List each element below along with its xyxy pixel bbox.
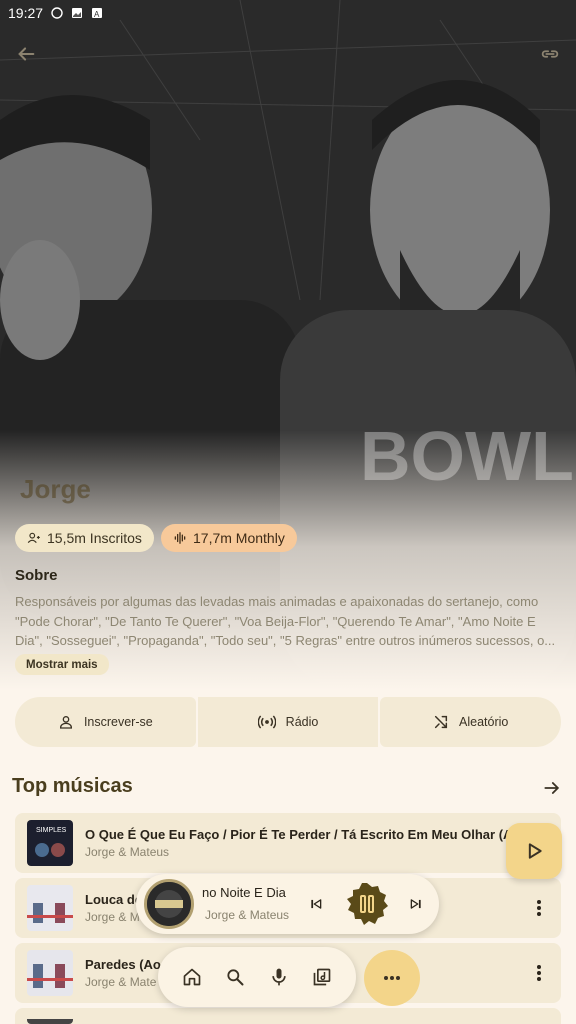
- play-all-button[interactable]: [506, 823, 562, 879]
- gallery-icon: [71, 7, 83, 19]
- notification-icon: A: [91, 7, 103, 19]
- status-bar: 19:27 A: [0, 0, 576, 26]
- pause-button[interactable]: [344, 881, 390, 927]
- monthly-listeners-chip: 17,7m Monthly: [161, 524, 297, 552]
- library-music-icon: [313, 968, 331, 986]
- now-playing-artist: Jorge & Mateus: [205, 908, 290, 922]
- pause-icon: [347, 883, 388, 925]
- svg-text:A: A: [94, 10, 100, 19]
- radio-label: Rádio: [285, 715, 319, 729]
- now-playing-title: no Noite E Dia: [202, 885, 286, 900]
- whatsapp-icon: [51, 7, 63, 19]
- shuffle-icon: [434, 715, 448, 729]
- skip-previous-icon: [311, 899, 322, 909]
- status-time: 19:27: [8, 5, 44, 21]
- subscribe-button[interactable]: Inscrever-se: [15, 697, 196, 747]
- person-icon: [59, 716, 72, 729]
- arrow-back-icon: [18, 47, 35, 61]
- skip-next-icon: [410, 899, 421, 909]
- track-title: O Que É Que Eu Faço / Pior É Te Perder /…: [85, 827, 515, 842]
- more-options-button[interactable]: [364, 950, 420, 1006]
- play-icon: [528, 843, 542, 859]
- nav-search[interactable]: [220, 962, 250, 992]
- back-button[interactable]: [12, 40, 40, 68]
- artist-name: Jorge: [20, 474, 91, 504]
- subscribers-label: 15,5m Inscritos: [47, 530, 142, 546]
- show-more-button[interactable]: Mostrar mais: [15, 654, 109, 675]
- track-menu-button[interactable]: [529, 961, 549, 985]
- track-row[interactable]: [15, 1008, 561, 1024]
- track-artist: Jorge & Mate: [85, 975, 157, 989]
- link-icon: [541, 50, 559, 58]
- arrow-forward-icon: [544, 782, 560, 794]
- about-text: Responsáveis por algumas das levadas mai…: [15, 594, 556, 648]
- nav-voice[interactable]: [264, 962, 294, 992]
- shuffle-button[interactable]: Aleatório: [380, 697, 562, 747]
- mini-player[interactable]: no Noite E Dia Jorge & Mateus: [136, 874, 439, 934]
- svg-text:SIMPLES: SIMPLES: [36, 827, 67, 834]
- next-button[interactable]: [404, 892, 428, 916]
- track-artist: Jorge & Mateus: [85, 845, 170, 859]
- monthly-label: 17,7m Monthly: [193, 530, 285, 546]
- search-icon: [227, 969, 244, 986]
- subscribe-label: Inscrever-se: [83, 715, 153, 729]
- hero-fade-overlay: [0, 430, 576, 690]
- artist-hero: BOWL: [0, 0, 576, 690]
- previous-button[interactable]: [304, 892, 328, 916]
- track-artist: Jorge & M: [85, 910, 140, 924]
- track-cover: [27, 950, 73, 996]
- track-cover: [27, 885, 73, 931]
- track-row[interactable]: SIMPLES O Que É Que Eu Faço / Pior É Te …: [15, 813, 561, 873]
- track-cover: SIMPLES: [27, 820, 73, 866]
- bottom-navigation: [158, 947, 356, 1007]
- more-horiz-icon: [384, 976, 400, 980]
- microphone-icon: [272, 968, 286, 986]
- top-songs-title: Top músicas: [12, 775, 133, 797]
- now-playing-cover: [144, 879, 194, 929]
- nav-home[interactable]: [177, 962, 207, 992]
- share-link-button[interactable]: [536, 40, 564, 68]
- track-menu-button[interactable]: [529, 896, 549, 920]
- nav-library[interactable]: [307, 962, 337, 992]
- about-title: Sobre: [15, 567, 58, 584]
- more-vert-icon: [537, 965, 541, 981]
- subscribers-chip: 15,5m Inscritos: [15, 524, 154, 552]
- home-icon: [183, 968, 201, 986]
- top-songs-more-button[interactable]: [540, 776, 564, 800]
- equalizer-icon: [174, 532, 186, 544]
- artist-actions: Inscrever-se Rádio Aleatório: [15, 697, 562, 747]
- radio-icon: [257, 715, 276, 729]
- track-cover: [27, 1015, 73, 1024]
- radio-button[interactable]: Rádio: [197, 697, 379, 747]
- people-icon: [27, 532, 40, 544]
- more-vert-icon: [537, 900, 541, 916]
- shuffle-label: Aleatório: [459, 715, 509, 729]
